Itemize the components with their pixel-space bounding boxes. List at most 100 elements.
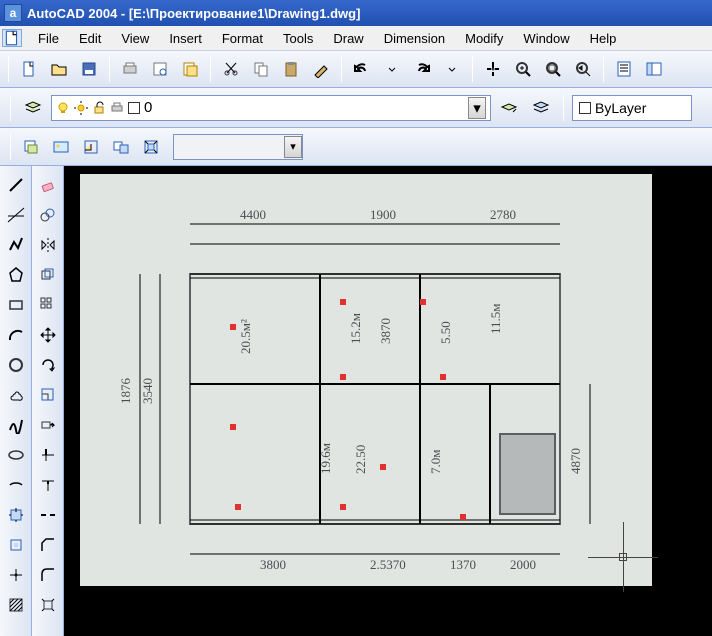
toolbar-grip[interactable]: [10, 134, 11, 160]
mdi-document-icon[interactable]: [2, 29, 22, 47]
bind-detail-button[interactable]: [137, 133, 165, 161]
explode-tool[interactable]: [35, 592, 61, 618]
make-current-button[interactable]: [495, 94, 523, 122]
fillet-tool[interactable]: [35, 562, 61, 588]
plot-button[interactable]: [116, 55, 144, 83]
svg-text:3540: 3540: [140, 378, 155, 404]
stretch-tool[interactable]: [35, 412, 61, 438]
xline-tool[interactable]: [3, 202, 29, 228]
block-insert-tool[interactable]: [3, 502, 29, 528]
draw-toolbar: [0, 166, 32, 636]
hatch-tool[interactable]: [3, 592, 29, 618]
image-attach-button[interactable]: [47, 133, 75, 161]
extend-tool[interactable]: [35, 472, 61, 498]
toolbar-grip[interactable]: [8, 56, 9, 82]
drawing-canvas[interactable]: 4400 1900 2780 1876 3540 20.5м² 15.2м 38…: [64, 166, 712, 636]
layer-manager-button[interactable]: [19, 94, 47, 122]
svg-text:11.5м: 11.5м: [488, 304, 503, 335]
svg-text:5.50: 5.50: [438, 321, 453, 344]
menu-file[interactable]: File: [28, 27, 69, 50]
array-tool[interactable]: [35, 292, 61, 318]
scale-tool[interactable]: [35, 382, 61, 408]
new-file-button[interactable]: [15, 55, 43, 83]
plot-preview-button[interactable]: [146, 55, 174, 83]
prev-layer-button[interactable]: [527, 94, 555, 122]
redo-dd-button[interactable]: [438, 55, 466, 83]
layer-combo[interactable]: 0 ▾: [51, 95, 491, 121]
menu-bar: FileEditViewInsertFormatToolsDrawDimensi…: [0, 26, 712, 50]
dropdown-arrow-icon[interactable]: ▾: [284, 136, 302, 158]
standard-toolbar: [0, 50, 712, 88]
xclip-button[interactable]: [77, 133, 105, 161]
paste-button[interactable]: [277, 55, 305, 83]
menu-help[interactable]: Help: [580, 27, 627, 50]
spline-tool[interactable]: [3, 412, 29, 438]
ellipse-tool[interactable]: [3, 442, 29, 468]
xbind-button[interactable]: [107, 133, 135, 161]
erase-tool[interactable]: [35, 172, 61, 198]
move-tool[interactable]: [35, 322, 61, 348]
menu-edit[interactable]: Edit: [69, 27, 111, 50]
svg-text:15.2м: 15.2м: [348, 313, 363, 344]
offset-tool[interactable]: [35, 262, 61, 288]
layer-name: 0: [144, 99, 152, 116]
trim-tool[interactable]: [35, 442, 61, 468]
chamfer-tool[interactable]: [35, 532, 61, 558]
line-tool[interactable]: [3, 172, 29, 198]
save-file-button[interactable]: [75, 55, 103, 83]
menu-view[interactable]: View: [111, 27, 159, 50]
open-file-button[interactable]: [45, 55, 73, 83]
zoom-realtime-button[interactable]: [509, 55, 537, 83]
svg-text:3870: 3870: [378, 318, 393, 344]
revcloud-tool[interactable]: [3, 382, 29, 408]
mirror-tool[interactable]: [35, 232, 61, 258]
menu-draw[interactable]: Draw: [323, 27, 373, 50]
menu-dimension[interactable]: Dimension: [374, 27, 455, 50]
xref-attach-button[interactable]: [17, 133, 45, 161]
svg-text:1370: 1370: [450, 557, 476, 572]
undo-dd-button[interactable]: [378, 55, 406, 83]
lock-open-icon: [92, 101, 106, 115]
polygon-tool[interactable]: [3, 262, 29, 288]
circle-tool[interactable]: [3, 352, 29, 378]
make-block-tool[interactable]: [3, 532, 29, 558]
svg-text:1900: 1900: [370, 207, 396, 222]
undo-button[interactable]: [348, 55, 376, 83]
color-swatch-icon: [128, 102, 140, 114]
dropdown-arrow-icon[interactable]: ▾: [468, 97, 486, 119]
bulb-on-icon: [56, 101, 70, 115]
refedit-combo[interactable]: ▾: [173, 134, 303, 160]
toolbar-grip[interactable]: [10, 95, 11, 121]
properties-button[interactable]: [610, 55, 638, 83]
break-tool[interactable]: [35, 502, 61, 528]
app-icon: a: [4, 4, 22, 22]
rectangle-tool[interactable]: [3, 292, 29, 318]
arc-tool[interactable]: [3, 322, 29, 348]
svg-text:2000: 2000: [510, 557, 536, 572]
menu-format[interactable]: Format: [212, 27, 273, 50]
toolbar-separator: [109, 56, 110, 82]
publish-button[interactable]: [176, 55, 204, 83]
polyline-tool[interactable]: [3, 232, 29, 258]
redo-button[interactable]: [408, 55, 436, 83]
linetype-value: ByLayer: [595, 100, 646, 116]
zoom-window-button[interactable]: [539, 55, 567, 83]
reference-toolbar: ▾: [0, 128, 712, 166]
rotate-tool[interactable]: [35, 352, 61, 378]
copy-button[interactable]: [247, 55, 275, 83]
pan-button[interactable]: [479, 55, 507, 83]
menu-modify[interactable]: Modify: [455, 27, 513, 50]
layer-toolbar: 0 ▾ ByLayer: [0, 88, 712, 128]
zoom-prev-button[interactable]: [569, 55, 597, 83]
menu-tools[interactable]: Tools: [273, 27, 323, 50]
design-center-button[interactable]: [640, 55, 668, 83]
menu-window[interactable]: Window: [513, 27, 579, 50]
linetype-combo[interactable]: ByLayer: [572, 95, 692, 121]
menu-insert[interactable]: Insert: [159, 27, 212, 50]
copy-obj-tool[interactable]: [35, 202, 61, 228]
ellipse-arc-tool[interactable]: [3, 472, 29, 498]
match-props-button[interactable]: [307, 55, 335, 83]
point-tool[interactable]: [3, 562, 29, 588]
cut-button[interactable]: [217, 55, 245, 83]
svg-text:1876: 1876: [118, 378, 133, 405]
